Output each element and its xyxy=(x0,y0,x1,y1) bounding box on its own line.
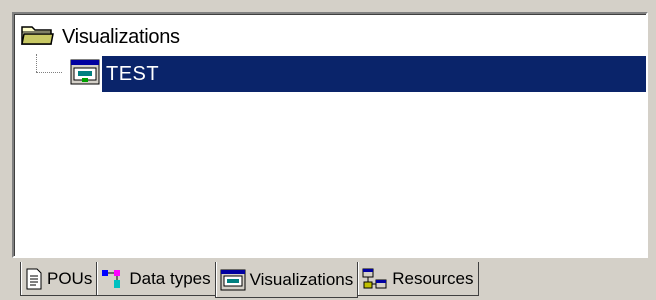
panel-divider xyxy=(12,258,648,261)
tab-resources[interactable]: Resources xyxy=(357,262,479,296)
tab-data-types[interactable]: Data types xyxy=(96,262,216,296)
tab-visualizations[interactable]: Visualizations xyxy=(214,262,359,298)
document-icon xyxy=(25,268,43,290)
tree-child-label: TEST xyxy=(106,62,160,85)
tree-node-test[interactable]: TEST xyxy=(34,54,646,92)
tree-root-label: Visualizations xyxy=(62,25,180,48)
tab-label: POUs xyxy=(47,268,93,288)
folder-icon xyxy=(20,24,56,51)
tree-node-visualizations[interactable]: Visualizations xyxy=(20,22,180,52)
tab-pous[interactable]: POUs xyxy=(20,262,98,296)
tab-label: Resources xyxy=(392,268,474,288)
tree-connector xyxy=(34,54,64,84)
tab-label: Visualizations xyxy=(249,269,354,289)
selection-highlight xyxy=(102,56,646,92)
object-tree[interactable]: Visualizations TEST xyxy=(12,12,648,258)
data-types-icon xyxy=(101,268,125,290)
visualization-icon xyxy=(70,59,100,90)
visualization-icon xyxy=(220,269,246,291)
object-tabs: POUs Data types Visualizations Resources xyxy=(0,262,656,300)
resources-icon xyxy=(362,268,388,290)
tab-label: Data types xyxy=(129,268,211,288)
